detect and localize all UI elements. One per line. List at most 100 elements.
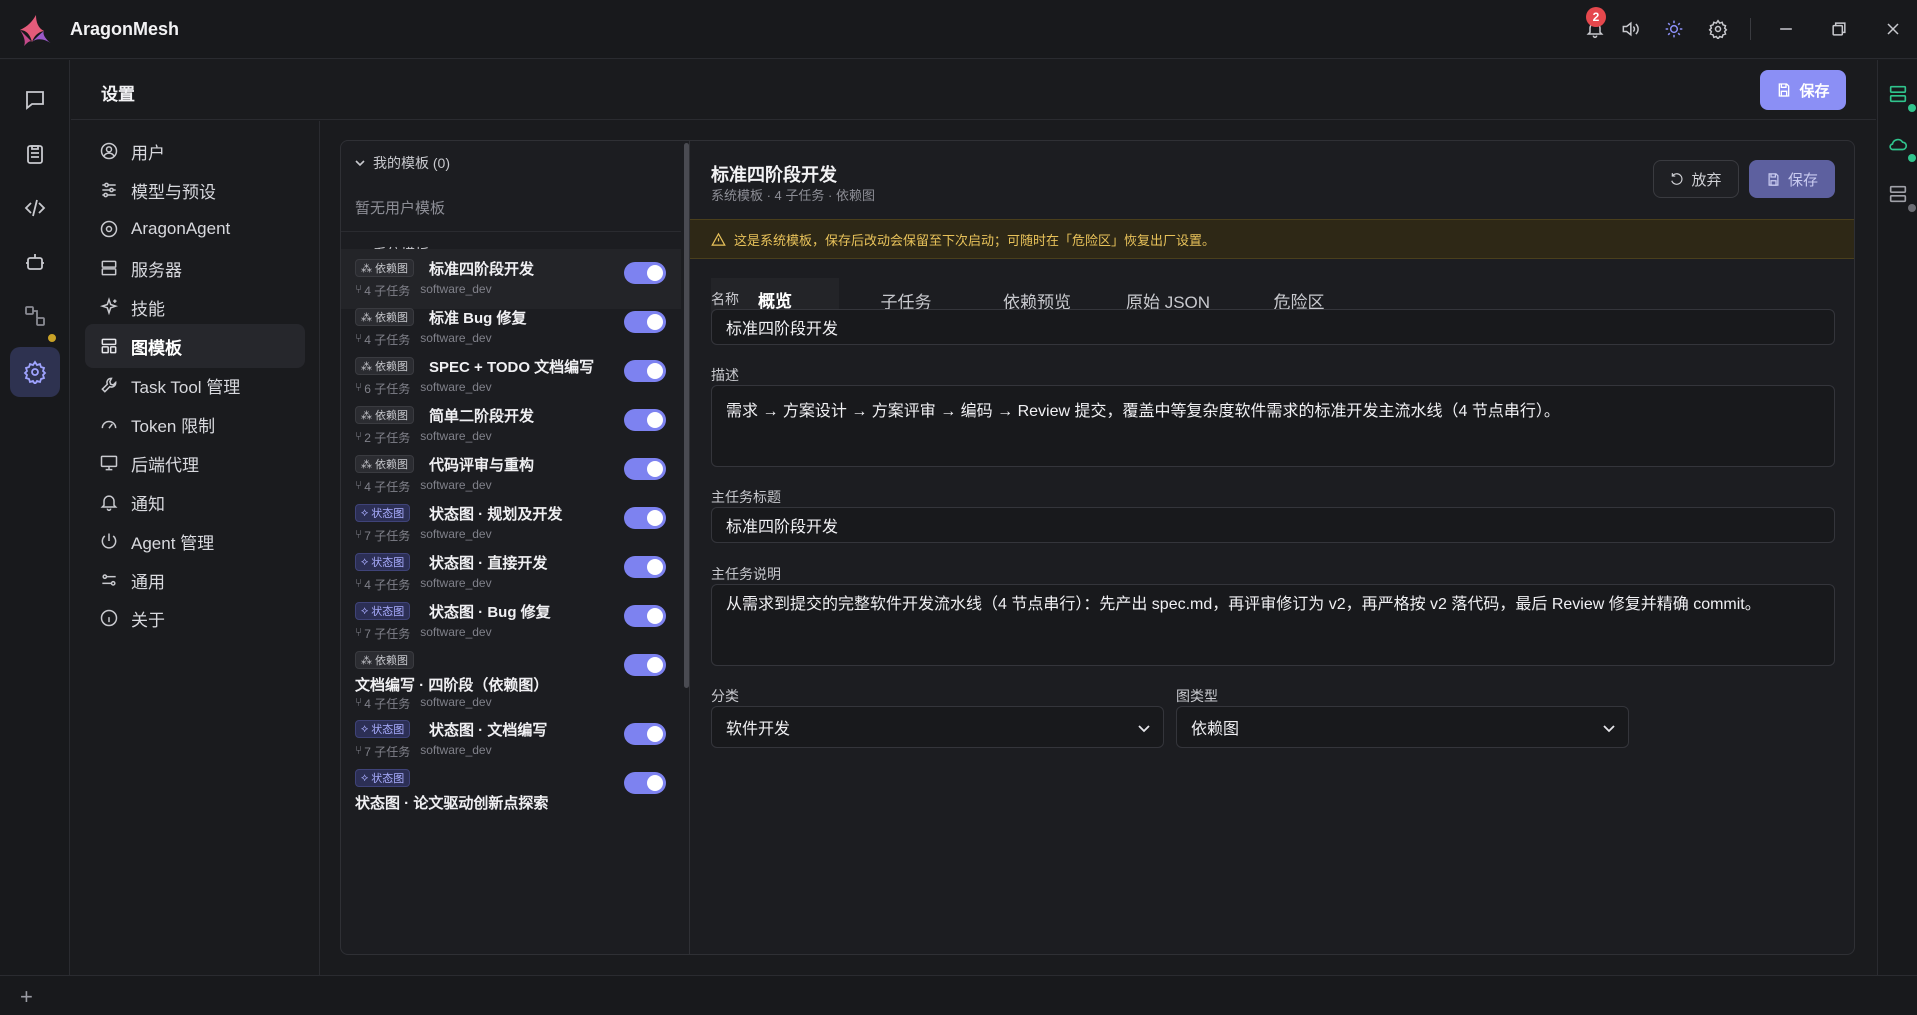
my-templates-group-header[interactable]: 我的模板 (0) bbox=[355, 153, 450, 173]
state-graph-icon: ⟡ bbox=[361, 555, 369, 568]
template-enabled-toggle[interactable] bbox=[624, 311, 666, 333]
nav-item-graph-templates[interactable]: 图模板 bbox=[85, 324, 305, 368]
subtask-count: 2 子任务 bbox=[364, 431, 411, 445]
template-enabled-toggle[interactable] bbox=[624, 507, 666, 529]
sliders-icon bbox=[102, 182, 116, 198]
volume-icon[interactable] bbox=[1617, 16, 1643, 42]
main-task-desc-textarea[interactable]: 从需求到提交的完整软件开发流水线（4 节点串行）：先产出 spec.md，再评审… bbox=[711, 584, 1835, 666]
template-meta: ⑂ 4 子任务 software_dev bbox=[355, 478, 492, 495]
right-rail bbox=[1877, 60, 1917, 975]
template-meta: ⑂ 7 子任务 software_dev bbox=[355, 527, 492, 544]
nav-item-skills[interactable]: 技能 bbox=[85, 285, 305, 329]
rail-code-button[interactable] bbox=[10, 183, 60, 233]
nav-item-agent-management[interactable]: Agent 管理 bbox=[85, 519, 305, 563]
detail-save-button[interactable]: 保存 bbox=[1749, 160, 1835, 198]
template-list-item[interactable]: ⟡ 状态图状态图 · 论文驱动创新点探索 bbox=[341, 759, 681, 819]
dependency-graph-icon: ⁂ bbox=[361, 311, 372, 324]
name-input[interactable]: 标准四阶段开发 bbox=[711, 309, 1835, 345]
rail-settings-button[interactable] bbox=[10, 347, 60, 397]
rail-tasks-button[interactable] bbox=[10, 129, 60, 179]
add-icon[interactable]: + bbox=[20, 984, 33, 1010]
template-meta: ⑂ 4 子任务 software_dev bbox=[355, 576, 492, 593]
discard-button[interactable]: 放弃 bbox=[1653, 160, 1739, 198]
system-template-warning: 这是系统模板，保存后改动会保留至下次启动；可随时在「危险区」恢复出厂设置。 bbox=[690, 219, 1854, 259]
main-task-desc-label: 主任务说明 bbox=[711, 566, 781, 582]
subtask-count: 4 子任务 bbox=[364, 480, 411, 494]
bell-icon bbox=[100, 495, 118, 512]
nav-item-label: Task Tool 管理 bbox=[131, 377, 241, 397]
description-textarea[interactable]: 需求 → 方案设计 → 方案评审 → 编码 → Review 提交，覆盖中等复杂… bbox=[711, 385, 1835, 467]
nav-item-label: 服务器 bbox=[131, 260, 182, 280]
nav-item-aragonagent[interactable]: AragonAgent bbox=[85, 207, 305, 251]
nav-item-token-limit[interactable]: Token 限制 bbox=[85, 402, 305, 446]
template-enabled-toggle[interactable] bbox=[624, 723, 666, 745]
page-title: 设置 bbox=[101, 85, 135, 104]
dependency-graph-icon: ⁂ bbox=[361, 409, 372, 422]
detail-subtitle: 系统模板 · 4 子任务 · 依赖图 bbox=[711, 188, 875, 203]
template-enabled-toggle[interactable] bbox=[624, 654, 666, 676]
nav-item-server[interactable]: 服务器 bbox=[85, 246, 305, 290]
code-icon bbox=[24, 199, 46, 217]
nav-item-notifications[interactable]: 通知 bbox=[85, 480, 305, 524]
template-enabled-toggle[interactable] bbox=[624, 360, 666, 382]
main-task-title-input[interactable]: 标准四阶段开发 bbox=[711, 507, 1835, 543]
template-name: 文档编写 · 四阶段（依赖图） bbox=[355, 677, 549, 694]
gauge-icon bbox=[101, 420, 117, 429]
settings-gear-icon[interactable] bbox=[1705, 16, 1731, 42]
save-button[interactable]: 保存 bbox=[1760, 70, 1846, 110]
category-select[interactable]: 软件开发 bbox=[711, 706, 1164, 748]
branch-icon: ⑂ bbox=[355, 380, 363, 394]
subtask-count: 7 子任务 bbox=[364, 627, 411, 641]
tag-label: 状态图 bbox=[371, 724, 405, 736]
right-rail-cloud-button[interactable] bbox=[1884, 130, 1912, 158]
state-graph-icon: ⟡ bbox=[361, 722, 369, 735]
graph-type-label: 图类型 bbox=[1176, 688, 1218, 704]
restore-window-icon[interactable] bbox=[1826, 16, 1852, 42]
theme-sun-icon[interactable] bbox=[1661, 16, 1687, 42]
template-name: 状态图 · 论文驱动创新点探索 bbox=[355, 795, 549, 812]
divider bbox=[341, 231, 681, 232]
template-enabled-toggle[interactable] bbox=[624, 262, 666, 284]
nav-item-label: AragonAgent bbox=[131, 219, 231, 238]
template-enabled-toggle[interactable] bbox=[624, 409, 666, 431]
tag-label: 依赖图 bbox=[375, 361, 408, 373]
template-category: software_dev bbox=[420, 380, 492, 394]
template-list-item[interactable]: ⁂ 依赖图 文档编写 · 四阶段（依赖图） ⑂ 4 子任务 software_dev bbox=[341, 641, 681, 711]
category-value: 软件开发 bbox=[726, 721, 791, 738]
rail-bot-button[interactable] bbox=[10, 237, 60, 287]
close-icon[interactable] bbox=[1880, 16, 1906, 42]
template-category: software_dev bbox=[420, 429, 492, 443]
rail-chat-button[interactable] bbox=[10, 75, 60, 125]
template-meta: ⑂ 7 子任务 software_dev bbox=[355, 743, 492, 760]
state-graph-tag: ⟡ 状态图 bbox=[355, 769, 411, 787]
list-scrollbar[interactable] bbox=[684, 143, 689, 688]
nav-item-task-tool[interactable]: Task Tool 管理 bbox=[85, 363, 305, 407]
graph-type-select[interactable]: 依赖图 bbox=[1176, 706, 1629, 748]
right-rail-storage-button[interactable] bbox=[1884, 180, 1912, 208]
tag-label: 状态图 bbox=[371, 557, 405, 569]
subtask-count: 4 子任务 bbox=[364, 284, 411, 298]
template-name: 状态图 · 直接开发 bbox=[429, 555, 548, 572]
server-stack-icon bbox=[1889, 85, 1907, 103]
nav-item-about[interactable]: 关于 bbox=[85, 596, 305, 640]
user-circle-icon bbox=[100, 142, 118, 160]
template-enabled-toggle[interactable] bbox=[624, 772, 666, 794]
subtask-count: 7 子任务 bbox=[364, 529, 411, 543]
minimize-icon[interactable] bbox=[1773, 16, 1799, 42]
subtask-count: 7 子任务 bbox=[364, 745, 411, 759]
branch-icon: ⑂ bbox=[355, 282, 363, 296]
servers-status-dot bbox=[1908, 104, 1916, 112]
right-rail-servers-button[interactable] bbox=[1884, 80, 1912, 108]
nav-item-models[interactable]: 模型与预设 bbox=[85, 168, 305, 212]
nav-item-label: 关于 bbox=[131, 610, 165, 630]
dependency-graph-tag: ⁂ 依赖图 bbox=[355, 455, 414, 473]
template-enabled-toggle[interactable] bbox=[624, 556, 666, 578]
nav-item-label: 技能 bbox=[131, 299, 165, 319]
nav-item-user[interactable]: 用户 bbox=[85, 129, 305, 173]
nav-item-backend-proxy[interactable]: 后端代理 bbox=[85, 441, 305, 485]
subtask-count: 4 子任务 bbox=[364, 333, 411, 347]
template-enabled-toggle[interactable] bbox=[624, 458, 666, 480]
template-enabled-toggle[interactable] bbox=[624, 605, 666, 627]
tag-label: 依赖图 bbox=[375, 655, 408, 667]
cloud-icon bbox=[1889, 138, 1908, 151]
